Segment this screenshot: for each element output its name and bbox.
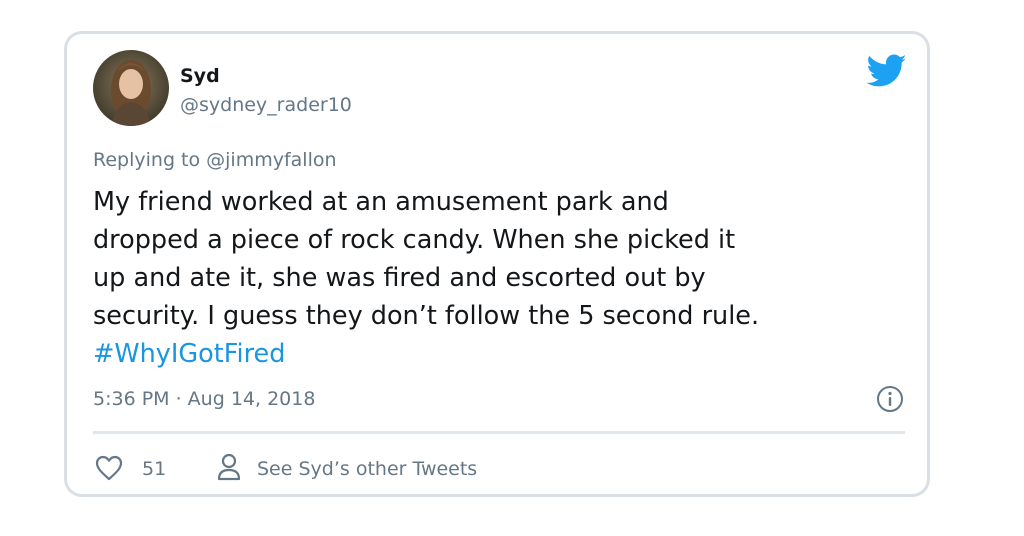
avatar[interactable] (93, 50, 169, 126)
like-count[interactable]: 51 (142, 457, 166, 481)
tweet-text-line: dropped a piece of rock candy. When she … (93, 225, 736, 255)
tweet-text-line: My friend worked at an amusement park an… (93, 187, 669, 217)
author-handle[interactable]: @sydney_rader10 (180, 93, 352, 117)
tweet-text: My friend worked at an amusement park an… (93, 183, 913, 373)
tweet-text-line: up and ate it, she was fired and escorte… (93, 263, 706, 293)
divider (93, 431, 905, 434)
tweet-timestamp[interactable]: 5:36 PM · Aug 14, 2018 (93, 387, 315, 411)
twitter-bird-icon[interactable] (867, 54, 907, 88)
author-name[interactable]: Syd (180, 64, 220, 88)
tweet-card: Syd @sydney_rader10 Replying to @jimmyfa… (64, 31, 930, 497)
hashtag-link[interactable]: #WhyIGotFired (93, 335, 913, 373)
replying-to[interactable]: Replying to @jimmyfallon (93, 148, 337, 172)
heart-icon[interactable] (95, 455, 123, 481)
avatar-image (93, 50, 169, 126)
tweet-text-line: security. I guess they don’t follow the … (93, 301, 760, 331)
info-icon[interactable] (876, 385, 904, 413)
see-other-tweets-link[interactable]: See Syd’s other Tweets (257, 457, 477, 481)
person-icon[interactable] (217, 453, 241, 481)
